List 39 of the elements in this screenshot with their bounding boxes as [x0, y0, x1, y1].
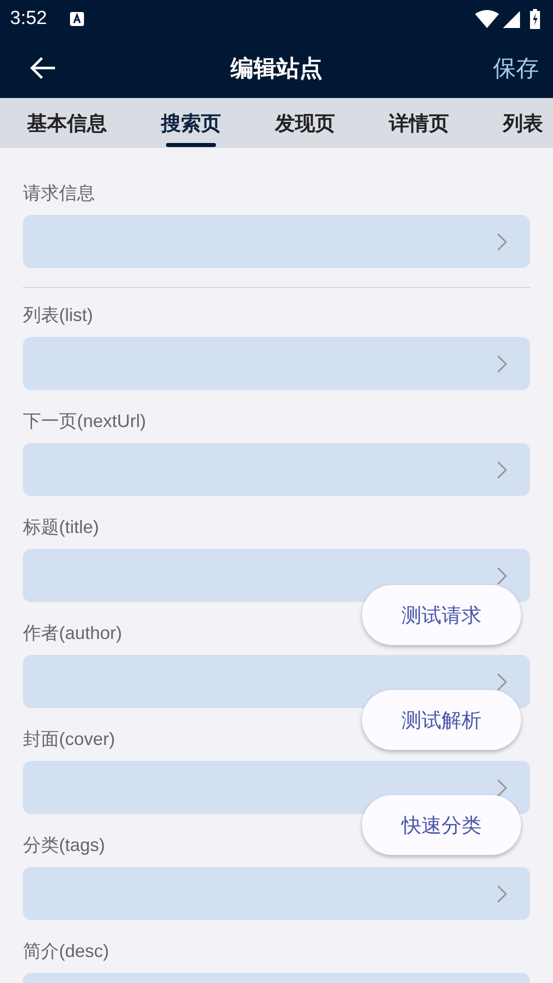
input-field[interactable]: [23, 215, 530, 268]
floating-action-menu[interactable]: 快速分类: [362, 795, 521, 855]
tab[interactable]: 发现页: [248, 98, 362, 148]
chevron-right-icon: [497, 354, 507, 372]
wifi-icon: [475, 10, 499, 28]
floating-action-menu[interactable]: 测试解析: [362, 690, 521, 750]
chevron-right-icon: [497, 566, 507, 584]
field-label: 分类(tags): [23, 834, 106, 857]
field-label: 列表(list): [23, 304, 94, 327]
input-field[interactable]: [23, 549, 530, 602]
tab-indicator: [166, 143, 216, 147]
input-field[interactable]: [23, 867, 530, 920]
field-label: 标题(title): [23, 516, 100, 539]
input-field[interactable]: [23, 655, 530, 708]
field-label: 作者(author): [23, 622, 124, 645]
input-field[interactable]: [23, 337, 530, 390]
tab[interactable]: 列表: [476, 98, 553, 148]
battery-charging-icon: [530, 9, 540, 29]
chevron-right-icon: [497, 884, 507, 902]
screen-title: 编辑站点: [230, 54, 322, 84]
status-time: 3:52: [10, 8, 47, 30]
input-field[interactable]: [23, 761, 530, 814]
tab[interactable]: 搜索页: [134, 98, 248, 148]
tab[interactable]: 基本信息: [0, 98, 134, 148]
chevron-right-icon: [497, 672, 507, 690]
input-field[interactable]: [23, 443, 530, 496]
field-label: 简介(desc): [23, 940, 110, 963]
chevron-right-icon: [497, 460, 507, 478]
chevron-right-icon: [497, 778, 507, 796]
field-label: 下一页(nextUrl): [23, 410, 148, 433]
signal-icon: [503, 10, 520, 28]
back-arrow-icon[interactable]: [30, 56, 56, 80]
tab[interactable]: 详情页: [362, 98, 476, 148]
floating-action-menu[interactable]: 测试请求: [362, 585, 521, 645]
field-label: 请求信息: [23, 182, 96, 205]
save-button[interactable]: 保存: [493, 52, 539, 84]
keyboard-a-icon: [70, 12, 84, 26]
chevron-right-icon: [497, 232, 507, 250]
field-label: 封面(cover): [23, 728, 116, 751]
